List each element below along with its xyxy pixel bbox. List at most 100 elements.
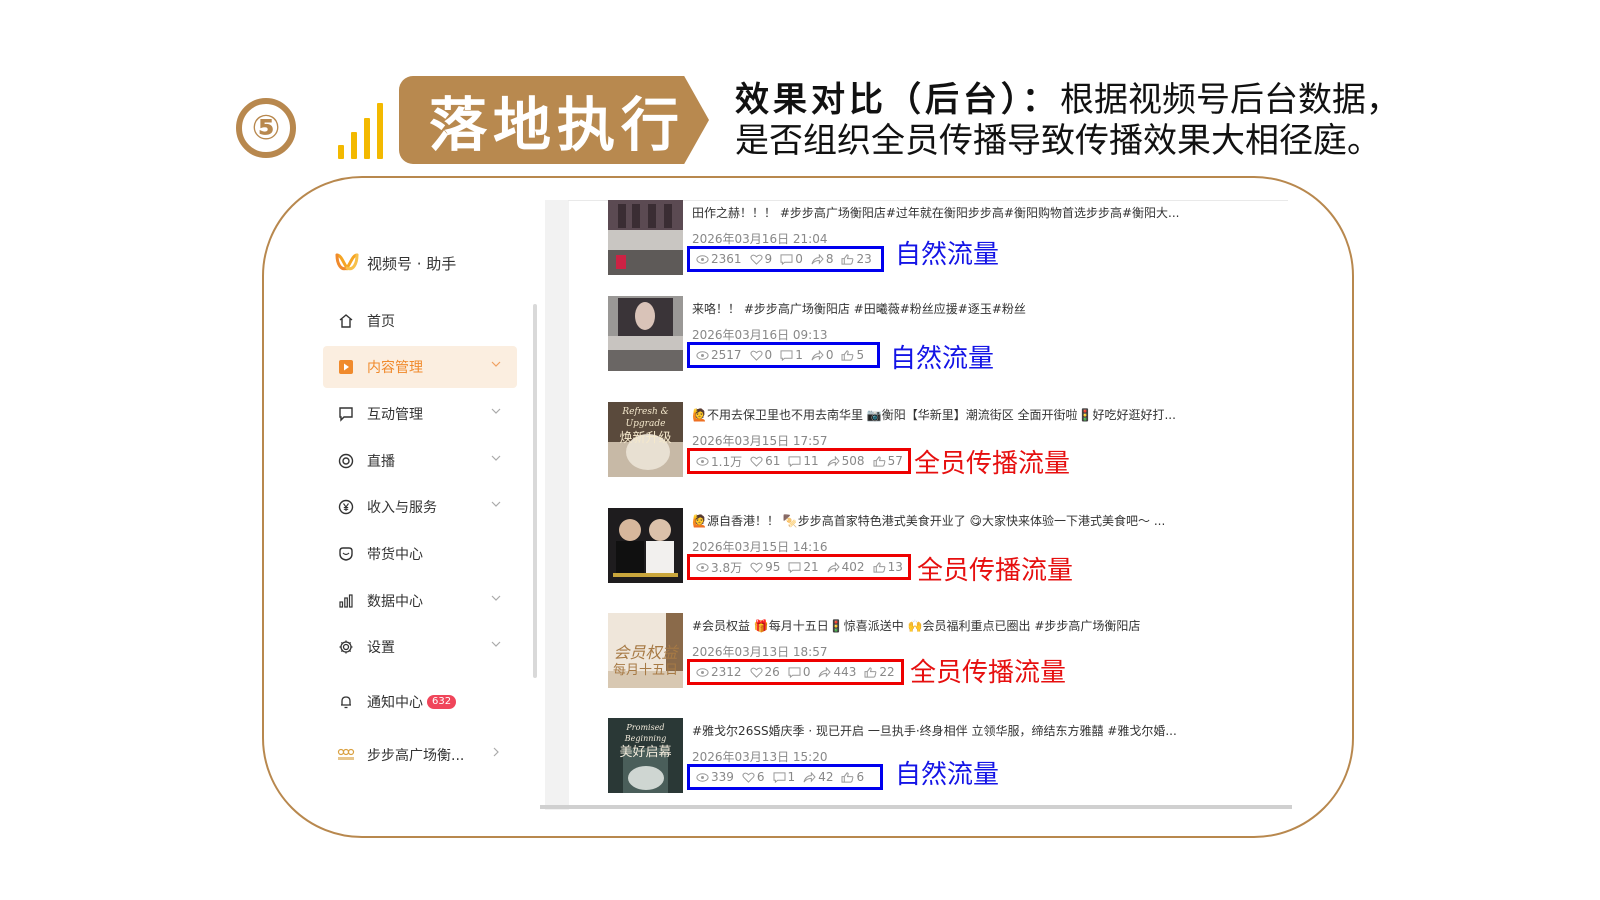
stat-value: 6 — [756, 770, 765, 784]
sidebar-item-label: 通知中心 — [367, 695, 423, 711]
logo-text: 视频号 · 助手 — [367, 254, 457, 273]
video-title[interactable]: 来咯！！ #步步高广场衡阳店 #田曦薇#粉丝应援#逐玉#粉丝 — [692, 300, 1192, 317]
stat-value: 13 — [887, 560, 903, 574]
sidebar-item-label: 首页 — [367, 314, 395, 330]
stat-thumbs: 6 — [841, 770, 864, 784]
sidebar-item-data[interactable]: 数据中心 — [323, 580, 517, 622]
share-icon — [827, 561, 840, 572]
video-thumbnail[interactable] — [608, 200, 683, 275]
traffic-type-annotation: 自然流量 — [890, 344, 995, 374]
chevron-right-icon — [493, 747, 499, 757]
video-row[interactable]: 🙋源自香港！！ 🍢步步高首家特色港式美食开业了 😋大家快来体验一下港式美食吧～ … — [608, 508, 1288, 600]
bell-icon — [337, 693, 355, 711]
video-date: 2026年03月15日 14:16 — [692, 540, 828, 554]
video-stats-highlight: 2517 0 1 0 5 — [687, 342, 880, 368]
stat-value: 339 — [711, 770, 734, 784]
thumb-text: 美好启幕 — [619, 745, 672, 760]
thumbs-up-icon — [873, 455, 885, 467]
account-switcher[interactable]: 步步高广场衡... — [323, 734, 517, 776]
stat-value: 443 — [833, 665, 857, 679]
sidebar-item-label: 收入与服务 — [367, 500, 437, 516]
share-icon — [811, 253, 824, 264]
sidebar-item-settings[interactable]: 设置 — [323, 626, 517, 668]
thumb-text: Refresh & Upgrade — [622, 407, 669, 429]
video-thumbnail[interactable] — [608, 296, 683, 371]
sidebar-item-interaction[interactable]: 互动管理 — [323, 393, 517, 435]
comment-icon — [780, 253, 793, 265]
stat-value: 0 — [802, 665, 811, 679]
step-number: ⑤ — [236, 98, 296, 158]
sidebar-item-content[interactable]: 内容管理 — [323, 346, 517, 388]
heart-icon — [749, 254, 763, 265]
chevron-down-icon — [491, 361, 501, 367]
stat-value: 42 — [818, 770, 834, 784]
sidebar-item-shop[interactable]: 带货中心 — [323, 533, 517, 575]
stat-likes: 61 — [750, 454, 780, 468]
video-stats-highlight: 2361 9 0 8 23 — [687, 246, 884, 272]
app-logo[interactable]: 视频号 · 助手 — [335, 252, 456, 274]
video-thumbnail[interactable]: Refresh & Upgrade 焕新升级 — [608, 402, 683, 477]
thumbs-up-icon — [841, 771, 854, 783]
desc-line1: 根据视频号后台数据， — [1060, 80, 1400, 120]
sidebar-item-label: 互动管理 — [367, 407, 423, 423]
video-thumbnail[interactable]: Promised Beginning 美好启幕 — [608, 718, 683, 793]
stat-value: 6 — [856, 770, 865, 784]
stat-thumbs: 57 — [873, 454, 903, 468]
stat-likes: 26 — [749, 665, 780, 679]
sidebar-item-home[interactable]: 首页 — [323, 300, 517, 342]
thumbs-up-icon — [873, 561, 885, 573]
comment-icon — [788, 455, 801, 467]
section-banner: 落地执行 — [399, 76, 709, 164]
stat-thumbs: 22 — [864, 665, 895, 679]
video-thumbnail[interactable]: 会员权益 每月十五日 — [608, 613, 683, 688]
channels-logo-icon — [335, 253, 359, 271]
stat-value: 57 — [887, 454, 903, 468]
sidebar-item-live[interactable]: 直播 — [323, 440, 517, 482]
video-title[interactable]: #雅戈尔26SS婚庆季 · 现已开启 一旦执手·终身相伴 立领华服，缔结东方雅囍… — [692, 722, 1192, 739]
thumb-text: 焕新升级 — [619, 431, 672, 446]
stat-value: 2517 — [711, 348, 742, 362]
stat-views: 2312 — [696, 665, 742, 679]
stat-value: 21 — [803, 560, 819, 574]
heart-icon — [742, 772, 755, 783]
chevron-down-icon — [491, 408, 501, 414]
video-title[interactable]: #会员权益 🎁每月十五日🚦惊喜派送中 🙌会员福利重点已圈出 #步步高广场衡阳店 — [692, 617, 1192, 634]
stat-shares: 402 — [827, 560, 865, 574]
video-title[interactable]: 🙋源自香港！！ 🍢步步高首家特色港式美食开业了 😋大家快来体验一下港式美食吧～ … — [692, 512, 1192, 529]
comment-icon — [337, 405, 355, 423]
video-title[interactable]: 田作之赫！！！ #步步高广场衡阳店#过年就在衡阳步步高#衡阳购物首选步步高#衡阳… — [692, 204, 1192, 221]
stat-comments: 11 — [788, 454, 819, 468]
sidebar-item-income[interactable]: 收入与服务 — [323, 486, 517, 528]
video-row[interactable]: Refresh & Upgrade 焕新升级 🙋不用去保卫里也不用去南华里 📷衡… — [608, 402, 1288, 494]
chevron-down-icon — [491, 501, 501, 507]
desc-heading: 效果对比（后台）： — [735, 80, 1060, 120]
sidebar-item-notifications[interactable]: 通知中心 632 — [323, 681, 517, 723]
thumb-text: Promised Beginning — [624, 723, 667, 743]
stat-value: 402 — [841, 560, 865, 574]
stat-likes: 95 — [750, 560, 780, 574]
traffic-type-annotation: 自然流量 — [895, 240, 1000, 270]
thumb-text: 每月十五日 — [612, 663, 678, 678]
traffic-type-annotation: 自然流量 — [895, 760, 1000, 790]
sidebar-scrollbar[interactable] — [533, 304, 537, 678]
home-icon — [337, 312, 355, 330]
video-thumbnail[interactable] — [608, 508, 683, 583]
stat-views: 2361 — [696, 252, 742, 266]
comment-icon — [788, 666, 801, 678]
yuan-icon — [337, 498, 355, 516]
thumbs-up-icon — [864, 666, 877, 678]
comment-icon — [780, 349, 793, 361]
stat-views: 1.1万 — [696, 453, 742, 470]
stat-value: 8 — [825, 252, 834, 266]
chevron-down-icon — [491, 595, 501, 601]
video-title[interactable]: 🙋不用去保卫里也不用去南华里 📷衡阳【华新里】潮流街区 全面开街啦🚦好吃好逛好打… — [692, 406, 1192, 423]
stat-value: 3.8万 — [711, 560, 743, 575]
heart-icon — [750, 456, 763, 467]
section-description: 效果对比（后台）：根据视频号后台数据， 是否组织全员传播导致传播效果大相径庭。 — [735, 80, 1435, 162]
account-label: 步步高广场衡... — [367, 748, 465, 764]
sidebar-item-label: 数据中心 — [367, 594, 423, 610]
video-row[interactable]: 来咯！！ #步步高广场衡阳店 #田曦薇#粉丝应援#逐玉#粉丝 2026年03月1… — [608, 296, 1288, 388]
stat-comments: 21 — [788, 560, 819, 574]
thumbs-up-icon — [841, 253, 854, 265]
stat-likes: 0 — [749, 348, 772, 362]
